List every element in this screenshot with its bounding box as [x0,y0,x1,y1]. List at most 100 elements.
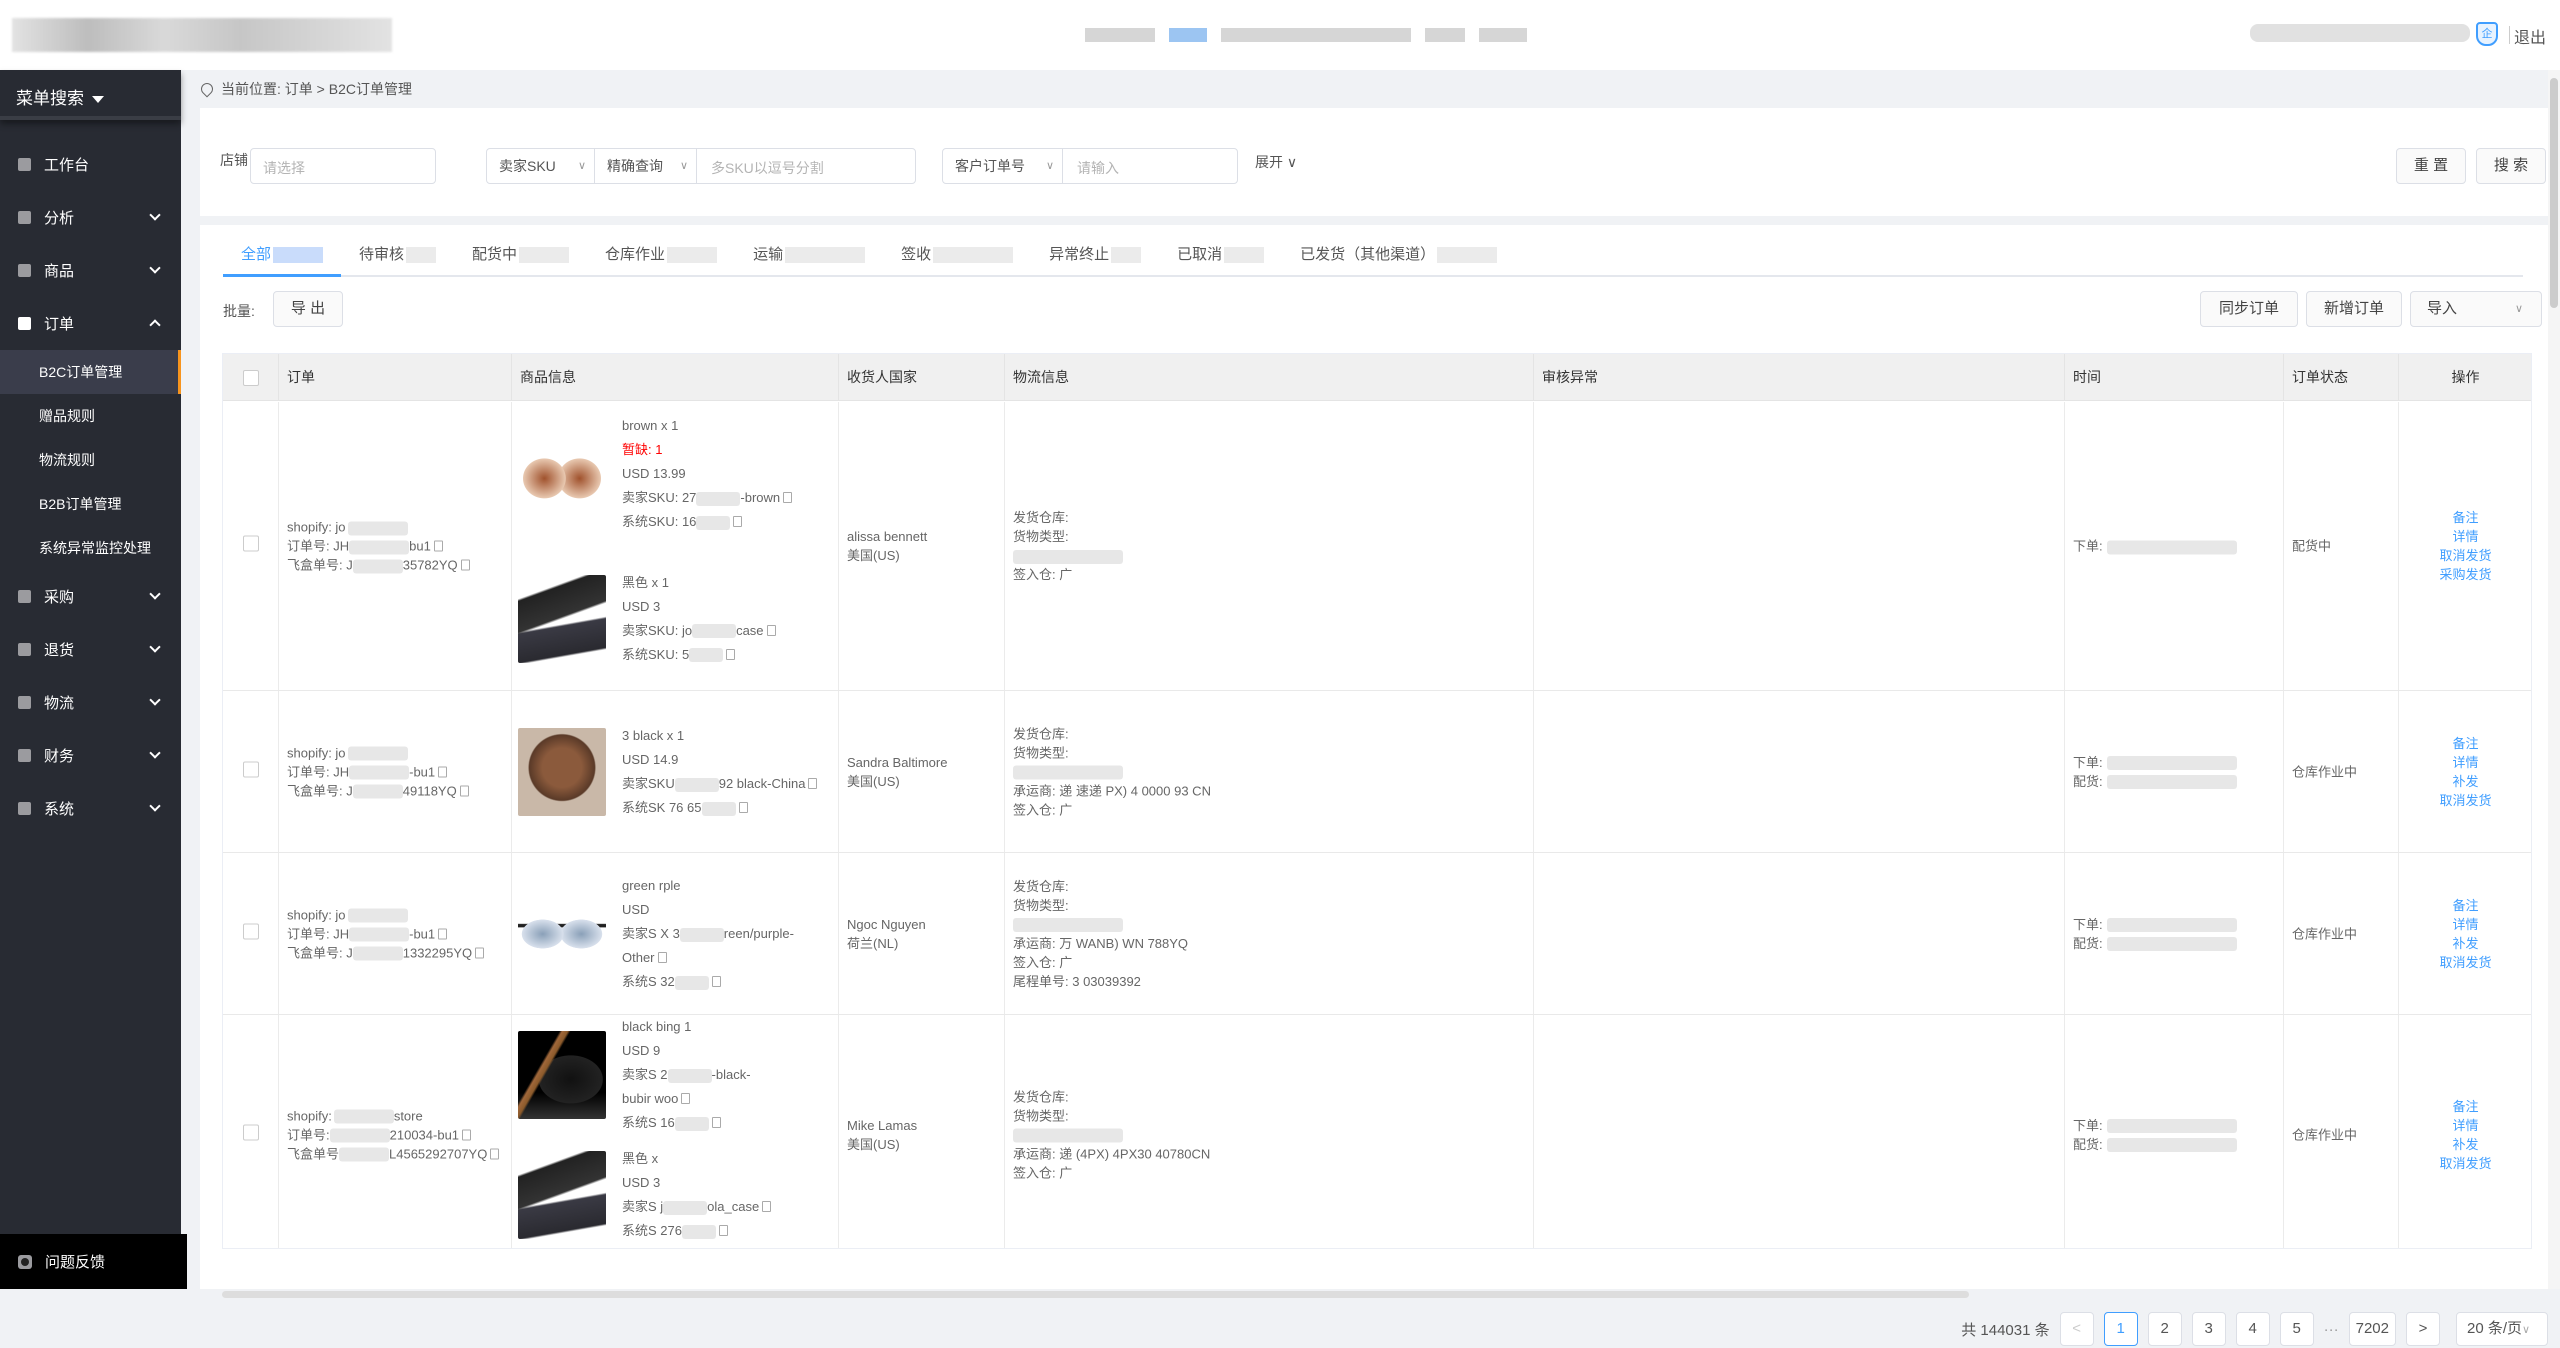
order-input[interactable]: 请输入 [1077,158,1119,178]
user-name[interactable] [2250,24,2470,42]
page-3[interactable]: 3 [2192,1312,2226,1346]
sidebar-item-goods[interactable]: 商品 [0,244,181,297]
top-nav-item[interactable] [1479,28,1527,42]
action-link[interactable]: 补发 [2399,1135,2532,1154]
copy-icon[interactable] [726,649,735,660]
search-button[interactable]: 搜 索 [2476,148,2546,184]
sidebar-item-workbench[interactable]: 工作台 [0,138,181,191]
action-link[interactable]: 取消发货 [2399,546,2532,565]
sidebar-item-purchase[interactable]: 采购 [0,570,181,623]
copy-icon[interactable] [712,976,721,987]
sidebar-item-returns[interactable]: 退货 [0,623,181,676]
page-1[interactable]: 1 [2104,1312,2138,1346]
scrollbar-thumb[interactable] [2550,78,2558,308]
copy-icon[interactable] [739,802,748,813]
store-select[interactable]: 请选择 [250,148,436,184]
next-page-button[interactable]: > [2406,1312,2440,1346]
add-order-button[interactable]: 新增订单 [2306,291,2402,327]
product-image[interactable] [518,575,606,663]
tab-pending-review[interactable]: 待审核 [341,235,454,275]
sync-orders-button[interactable]: 同步订单 [2200,291,2298,327]
top-nav-item[interactable] [1085,28,1155,42]
reset-button[interactable]: 重 置 [2396,148,2466,184]
horizontal-scrollbar[interactable] [222,1291,1969,1298]
copy-icon[interactable] [783,492,792,503]
action-link[interactable]: 备注 [2399,508,2532,527]
tab-all[interactable]: 全部 [223,235,341,275]
row-checkbox[interactable] [243,761,259,777]
top-nav-item-active[interactable] [1169,28,1207,42]
sidebar-item-analysis[interactable]: 分析 [0,191,181,244]
copy-icon[interactable] [475,947,484,958]
product-image[interactable] [518,728,606,816]
row-checkbox[interactable] [243,1124,259,1140]
order-type-select[interactable]: 客户订单号∨ [943,149,1063,183]
vertical-scrollbar[interactable] [2548,70,2560,1289]
product-image[interactable] [518,890,606,978]
menu-search[interactable]: 菜单搜索 [0,70,181,120]
copy-icon[interactable] [461,560,470,571]
page-5[interactable]: 5 [2280,1312,2314,1346]
more-pages-ellipsis[interactable]: ··· [2324,1321,2339,1338]
enterprise-shield-icon[interactable]: 企 [2476,22,2498,46]
action-link[interactable]: 详情 [2399,527,2532,546]
tab-cancelled[interactable]: 已取消 [1159,235,1282,275]
export-button[interactable]: 导 出 [273,291,343,327]
action-link[interactable]: 详情 [2399,753,2532,772]
tab-shipped-other[interactable]: 已发货（其他渠道） [1282,235,1515,275]
tab-transport[interactable]: 运输 [735,235,883,275]
row-checkbox[interactable] [243,923,259,939]
sidebar-subitem-b2c-orders[interactable]: B2C订单管理 [0,350,181,394]
sidebar-subitem-logistics-rules[interactable]: 物流规则 [0,438,181,482]
action-link[interactable]: 采购发货 [2399,565,2532,584]
top-nav-item[interactable] [1221,28,1411,42]
action-link[interactable]: 备注 [2399,896,2532,915]
sidebar-subitem-b2b-orders[interactable]: B2B订单管理 [0,482,181,526]
action-link[interactable]: 备注 [2399,734,2532,753]
match-type-select[interactable]: 精确查询∨ [595,149,697,183]
brand-logo[interactable] [12,18,392,52]
page-last[interactable]: 7202 [2349,1312,2396,1346]
product-image[interactable] [518,430,606,518]
product-image[interactable] [518,1031,606,1119]
tab-signed[interactable]: 签收 [883,235,1031,275]
sidebar-item-finance[interactable]: 财务 [0,729,181,782]
copy-icon[interactable] [712,1117,721,1128]
copy-icon[interactable] [438,766,447,777]
sidebar-item-system[interactable]: 系统 [0,782,181,835]
top-nav-item[interactable] [1425,28,1465,42]
copy-icon[interactable] [490,1148,499,1159]
tab-warehouse[interactable]: 仓库作业 [587,235,735,275]
sidebar-item-logistics[interactable]: 物流 [0,676,181,729]
page-2[interactable]: 2 [2148,1312,2182,1346]
row-checkbox[interactable] [243,536,259,552]
feedback-button[interactable]: 问题反馈 [0,1234,187,1289]
copy-icon[interactable] [681,1093,690,1104]
action-link[interactable]: 取消发货 [2399,791,2532,810]
sku-type-select[interactable]: 卖家SKU∨ [487,149,595,183]
action-link[interactable]: 详情 [2399,915,2532,934]
tab-abnormal-end[interactable]: 异常终止 [1031,235,1159,275]
page-size-select[interactable]: 20 条/页∨ [2456,1312,2548,1346]
product-image[interactable] [518,1151,606,1239]
action-link[interactable]: 取消发货 [2399,953,2532,972]
sidebar-subitem-exception-monitor[interactable]: 系统异常监控处理 [0,526,181,570]
action-link[interactable]: 补发 [2399,934,2532,953]
copy-icon[interactable] [434,541,443,552]
copy-icon[interactable] [462,1129,471,1140]
copy-icon[interactable] [658,952,667,963]
copy-icon[interactable] [767,625,776,636]
action-link[interactable]: 补发 [2399,772,2532,791]
breadcrumb-item-orders[interactable]: 订单 [285,81,313,97]
action-link[interactable]: 备注 [2399,1097,2532,1116]
copy-icon[interactable] [460,785,469,796]
sidebar-item-orders[interactable]: 订单 [0,297,181,350]
select-all-checkbox[interactable] [243,370,259,386]
page-4[interactable]: 4 [2236,1312,2270,1346]
copy-icon[interactable] [808,778,817,789]
copy-icon[interactable] [438,928,447,939]
tab-allocating[interactable]: 配货中 [454,235,587,275]
action-link[interactable]: 取消发货 [2399,1154,2532,1173]
logout-link[interactable]: 退出 [2514,24,2546,48]
copy-icon[interactable] [719,1225,728,1236]
